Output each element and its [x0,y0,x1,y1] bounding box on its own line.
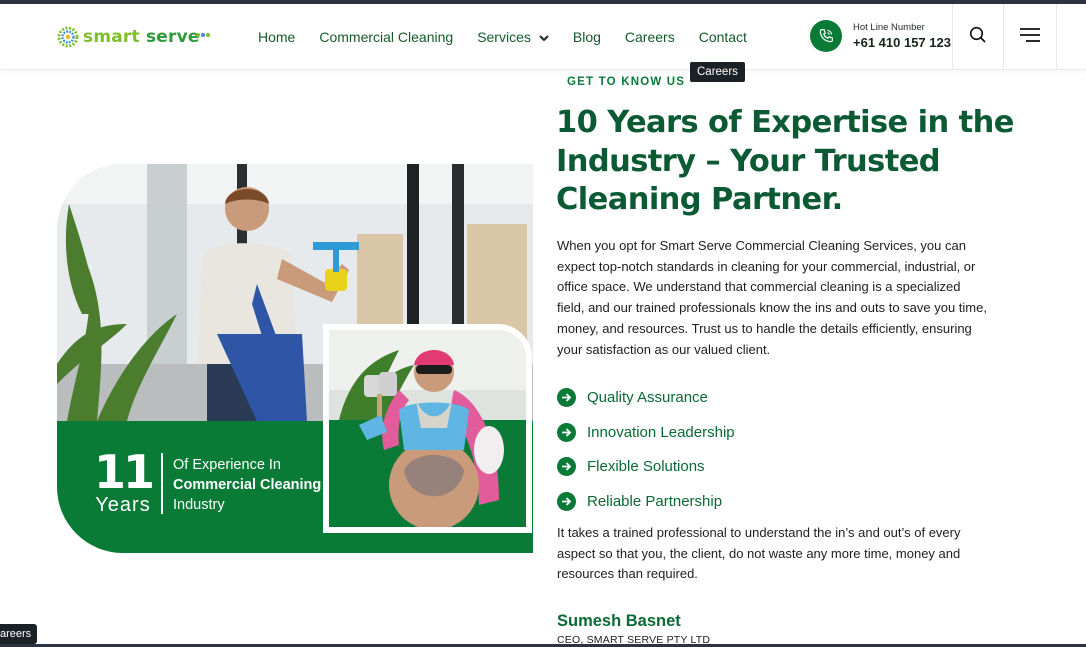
feature-item: Quality Assurance [557,380,735,415]
chevron-down-icon [539,29,549,45]
section-paragraph: When you opt for Smart Serve Commercial … [557,238,987,357]
nav-commercial-cleaning[interactable]: Commercial Cleaning [319,29,453,45]
menu-button[interactable] [1003,4,1057,70]
main-nav: Home Commercial Cleaning Services Blog C… [258,4,771,70]
site-header: smart serve Home Commercial Cleaning Ser… [0,4,1086,70]
feature-label: Innovation Leadership [587,423,735,441]
section-title: 10 Years of Expertise in the Industry – … [556,105,1014,217]
section-kicker: GET TO KNOW US [567,76,686,88]
experience-line-1: Of Experience In [173,457,281,473]
logo-text-serve: serve [145,27,200,47]
feature-label: Quality Assurance [587,388,708,406]
years-counter: 11 Years [93,445,155,517]
logo-icon [57,26,79,48]
feature-item: Reliable Partnership [557,484,735,519]
years-divider [161,453,163,514]
hotline-label: Hot Line Number [853,22,925,33]
experience-line-2: Commercial Cleaning [173,475,333,495]
nav-blog[interactable]: Blog [573,29,601,45]
logo-text-smart: smart [83,27,140,47]
nav-home[interactable]: Home [258,29,295,45]
nav-tooltip: Careers [690,62,745,82]
bottom-tooltip: areers [0,624,38,644]
feature-item: Innovation Leadership [557,415,735,450]
nav-careers[interactable]: Careers [625,29,675,45]
feature-list: Quality Assurance Innovation Leadership … [557,380,735,519]
logo-dots [195,25,211,37]
experience-text: Of Experience In Commercial Cleaning Ind… [173,455,333,515]
search-icon [969,26,987,49]
nav-services[interactable]: Services [477,29,549,45]
feature-label: Reliable Partnership [587,492,723,510]
search-button[interactable] [952,4,1003,70]
arrow-right-circle-icon [557,491,576,511]
feature-label: Flexible Solutions [587,458,705,476]
arrow-right-circle-icon [557,457,576,477]
arrow-right-circle-icon [557,387,576,407]
section-paragraph-2: It takes a trained professional to under… [557,525,961,582]
menu-icon [1019,27,1041,48]
experience-line-2-bold: Commercial Cleaning [173,477,322,493]
feature-item: Flexible Solutions [557,449,735,484]
nav-services-label: Services [477,29,531,45]
logo[interactable]: smart serve [57,24,210,50]
arrow-right-circle-icon [557,422,576,442]
hotline[interactable]: Hot Line Number +61 410 157 123 [810,20,951,52]
author-name: Sumesh Basnet [557,612,681,630]
years-number: 11 [93,445,155,499]
superhero-cleaner-photo [323,324,532,533]
hotline-number[interactable]: +61 410 157 123 [853,35,951,50]
years-word: Years [95,494,151,516]
experience-line-3: Industry [173,497,225,513]
logo-wordmark: smart serve [83,27,200,47]
nav-contact[interactable]: Contact [699,29,747,45]
phone-icon [810,20,842,52]
